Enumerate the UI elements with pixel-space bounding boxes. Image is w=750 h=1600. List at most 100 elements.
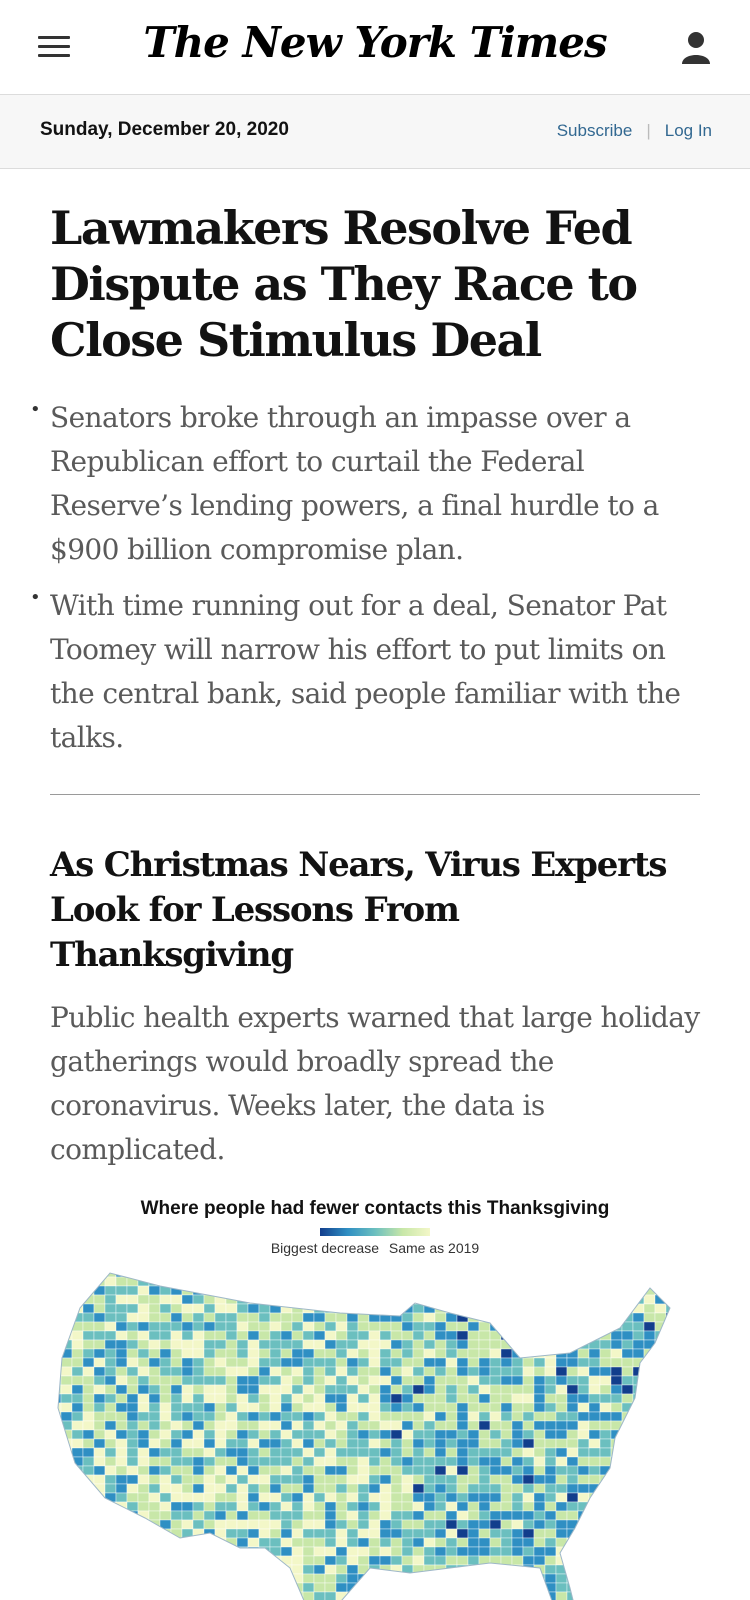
map-county-cell <box>159 1564 172 1575</box>
map-county-cell <box>533 1492 546 1503</box>
map-county-cell <box>522 1303 535 1314</box>
map-county-cell <box>346 1393 359 1404</box>
map-county-cell <box>688 1385 699 1394</box>
map-county-cell <box>445 1591 458 1600</box>
map-county-cell <box>467 1555 480 1566</box>
map-county-cell <box>456 1366 469 1377</box>
map-county-cell <box>588 1447 601 1458</box>
map-county-cell <box>511 1582 524 1593</box>
map-county-cell <box>126 1402 139 1413</box>
map-county-cell <box>456 1384 469 1395</box>
map-county-cell <box>478 1438 491 1449</box>
map-county-cell <box>82 1303 95 1314</box>
map-county-cell <box>489 1438 502 1449</box>
map-county-cell <box>610 1294 623 1305</box>
map-county-cell <box>324 1501 337 1512</box>
second-story-summary[interactable]: Public health experts warned that large … <box>50 996 710 1172</box>
map-county-cell <box>82 1273 95 1278</box>
lead-story-bullet[interactable]: Senators broke through an impasse over a… <box>30 388 710 572</box>
map-county-cell <box>346 1273 359 1278</box>
map-county-cell <box>269 1348 282 1359</box>
map-county-cell <box>181 1564 194 1575</box>
map-county-cell <box>544 1393 557 1404</box>
map-county-cell <box>688 1313 699 1322</box>
map-county-cell <box>677 1313 688 1322</box>
map-county-cell <box>181 1438 194 1449</box>
masthead-logo[interactable]: The New York Times <box>0 18 750 67</box>
map-county-cell <box>236 1528 249 1539</box>
map-county-cell <box>423 1465 436 1476</box>
login-link[interactable]: Log In <box>665 121 712 141</box>
map-county-cell <box>60 1519 73 1530</box>
map-county-cell <box>368 1276 381 1287</box>
map-county-cell <box>60 1357 73 1368</box>
map-county-cell <box>192 1492 205 1503</box>
second-story-headline[interactable]: As Christmas Nears, Virus Experts Look f… <box>50 843 710 978</box>
map-county-cell <box>203 1501 216 1512</box>
map-county-cell <box>621 1474 634 1485</box>
map-county-cell <box>181 1339 194 1350</box>
map-county-cell <box>181 1474 194 1485</box>
map-county-cell <box>203 1375 216 1386</box>
map-county-cell <box>643 1429 656 1440</box>
account-icon[interactable] <box>680 30 712 66</box>
us-county-map <box>57 1272 700 1600</box>
map-county-cell <box>621 1294 634 1305</box>
map-county-cell <box>478 1429 491 1440</box>
map-county-cell <box>137 1294 150 1305</box>
map-county-cell <box>423 1501 436 1512</box>
map-county-cell <box>533 1465 546 1476</box>
map-county-cell <box>688 1439 699 1448</box>
map-county-cell <box>269 1384 282 1395</box>
map-county-cell <box>478 1402 491 1413</box>
map-county-cell <box>665 1519 670 1530</box>
map-county-cell <box>148 1303 161 1314</box>
map-county-cell <box>82 1510 95 1521</box>
map-county-cell <box>269 1402 282 1413</box>
subscribe-link[interactable]: Subscribe <box>557 121 633 141</box>
map-county-cell <box>500 1492 513 1503</box>
map-county-cell <box>324 1285 337 1296</box>
map-county-cell <box>192 1276 205 1287</box>
map-county-cell <box>533 1537 546 1548</box>
map-county-cell <box>456 1429 469 1440</box>
map-county-cell <box>445 1330 458 1341</box>
map-county-cell <box>555 1537 568 1548</box>
map-county-cell <box>478 1537 491 1548</box>
map-county-cell <box>280 1294 293 1305</box>
map-county-cell <box>58 1456 62 1467</box>
map-county-cell <box>478 1582 491 1593</box>
map-county-cell <box>214 1273 227 1278</box>
map-county-cell <box>423 1375 436 1386</box>
map-figure[interactable]: Where people had fewer contacts this Tha… <box>50 1198 700 1600</box>
map-county-cell <box>688 1493 699 1502</box>
map-county-cell <box>412 1528 425 1539</box>
map-county-cell <box>104 1420 117 1431</box>
lead-story-headline[interactable]: Lawmakers Resolve Fed Dispute as They Ra… <box>50 200 710 368</box>
lead-story-bullet[interactable]: With time running out for a deal, Senato… <box>30 576 710 760</box>
map-county-cell <box>236 1285 249 1296</box>
map-county-cell <box>511 1384 524 1395</box>
map-county-cell <box>478 1276 491 1287</box>
map-county-cell <box>137 1492 150 1503</box>
map-county-cell <box>258 1537 271 1548</box>
map-county-cell <box>544 1537 557 1548</box>
map-county-cell <box>236 1384 249 1395</box>
map-county-cell <box>335 1321 348 1332</box>
map-county-cell <box>566 1402 579 1413</box>
map-county-cell <box>577 1420 590 1431</box>
map-county-cell <box>610 1564 623 1575</box>
map-county-cell <box>192 1456 205 1467</box>
map-county-cell <box>60 1273 73 1278</box>
map-county-cell <box>665 1591 670 1600</box>
map-county-cell <box>434 1339 447 1350</box>
map-county-cell <box>71 1573 84 1584</box>
map-county-cell <box>588 1420 601 1431</box>
map-county-cell <box>104 1402 117 1413</box>
map-county-cell <box>58 1294 62 1305</box>
map-county-cell <box>699 1421 700 1430</box>
map-county-cell <box>324 1411 337 1422</box>
map-county-cell <box>170 1483 183 1494</box>
map-county-cell <box>58 1564 62 1575</box>
map-county-cell <box>478 1411 491 1422</box>
